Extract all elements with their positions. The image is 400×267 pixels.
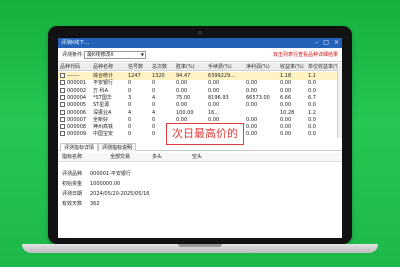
condition-label: 评测条件: (62, 52, 84, 58)
laptop-notch (178, 244, 222, 247)
table-cell: 000009 (60, 130, 86, 138)
row-checkbox[interactable] (60, 131, 65, 137)
col-all-trades: 全部交易 (110, 154, 131, 160)
col-total[interactable]: 总次数 (152, 63, 167, 71)
cell-text: 000006 (67, 109, 87, 116)
row-checkbox[interactable] (60, 87, 65, 93)
camera-icon (198, 31, 202, 35)
title-bar: 评测K线下... – □ × (58, 38, 342, 48)
detail-key: 评测品种 (62, 171, 83, 177)
cell-text: ------- (67, 73, 80, 79)
table-cell: 0 (152, 131, 156, 138)
detail-value: 000001-平安银行 (90, 171, 131, 177)
col-code[interactable]: 品种代码 (60, 63, 80, 71)
row-checkbox[interactable] (60, 124, 65, 130)
cell-text: 000002 (67, 87, 87, 94)
col-fee[interactable]: 手续费(%) (208, 63, 232, 71)
annotation-callout: 次日最高价的 (166, 123, 244, 145)
hint-text: 双击列表行查看品种详细结果 (272, 52, 338, 58)
cell-text: 000009 (67, 131, 87, 138)
cell-text: 000004 (67, 94, 87, 101)
condition-select[interactable]: 最K线修改X ▼ (84, 51, 146, 59)
detail-header: 指标名称 全部交易 多头 空头 (58, 153, 342, 162)
col-long: 多头 (152, 154, 163, 160)
tab-details[interactable]: 评测指标详情 (60, 143, 99, 151)
col-name[interactable]: 品种名称 (93, 63, 113, 71)
col-indicator: 指标名称 (62, 154, 83, 160)
condition-select-value: 最K线修改X (87, 52, 114, 58)
row-checkbox[interactable] (60, 94, 65, 100)
detail-row: 评测日期 2024/05/20-2025/05/16 (62, 190, 149, 199)
table-cell: 中国宝安 (93, 131, 114, 138)
window-controls: – □ × (315, 38, 339, 48)
detail-value: 362 (90, 201, 100, 207)
cell-text: 000005 (67, 102, 87, 109)
cell-text: 000007 (67, 116, 87, 123)
vertical-scrollbar[interactable] (337, 63, 342, 138)
col-signals[interactable]: 信号数 (128, 63, 143, 71)
table-cell: 0.0 (308, 131, 316, 138)
col-short: 空头 (192, 154, 203, 160)
toolbar: 评测条件: 最K线修改X ▼ 双击列表行查看品种详细结果 (58, 48, 342, 62)
detail-value: 1000000.00 (90, 181, 121, 187)
detail-key: 评测日期 (62, 191, 83, 197)
minimize-button[interactable]: – (315, 38, 318, 48)
row-checkbox[interactable] (60, 80, 65, 86)
detail-value: 2024/05/20-2025/05/16 (90, 191, 150, 197)
col-profit[interactable]: 净利润(%) (246, 63, 270, 71)
detail-row: 评测品种 000001-平安银行 (62, 170, 131, 179)
detail-row: 初始资金 1000000.00 (62, 180, 120, 189)
row-checkbox[interactable] (60, 116, 65, 122)
window-title: 评测K线下... (61, 40, 90, 46)
detail-key: 初始资金 (62, 181, 83, 187)
col-winrate[interactable]: 胜率(%) (176, 63, 195, 71)
table-cell: 0.00 (246, 131, 258, 138)
detail-row: 有效天数 362 (62, 200, 100, 209)
detail-panel: 评测指标详情 评测指标说明 指标名称 全部交易 多头 空头 评测品种 00000… (58, 142, 342, 238)
col-return[interactable]: 收益率(%) (280, 63, 304, 71)
tab-explanation[interactable]: 评测指标说明 (98, 143, 137, 151)
cell-text: 000008 (67, 124, 87, 131)
table-header: 品种代码 品种名称 信号数 总次数 胜率(%) 手续费(%) 净利润(%) 收益… (58, 63, 342, 71)
row-checkbox[interactable] (60, 73, 65, 78)
cell-text: 000001 (67, 80, 87, 87)
table-cell: 0 (128, 131, 132, 138)
row-checkbox[interactable] (60, 102, 65, 108)
close-button[interactable]: × (334, 38, 339, 48)
maximize-button[interactable]: □ (323, 38, 329, 48)
chevron-down-icon: ▼ (140, 52, 144, 57)
row-checkbox[interactable] (60, 109, 65, 115)
table-cell: 0.00 (280, 131, 292, 138)
detail-key: 有效天数 (62, 201, 83, 207)
